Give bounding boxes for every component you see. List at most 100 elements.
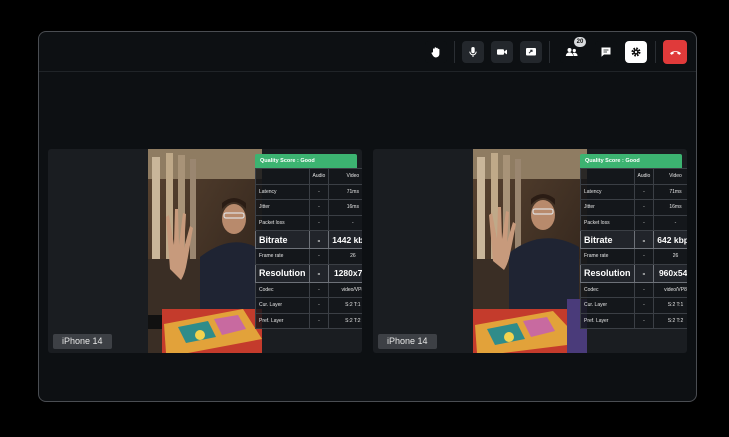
- stats-video-value: 71ms: [653, 183, 687, 200]
- stats-audio-value: -: [633, 230, 655, 249]
- stats-video-value: -: [653, 214, 687, 231]
- participant-tile[interactable]: Quality Score : Good Audio Video Latency…: [373, 149, 687, 353]
- participant-video: [473, 149, 587, 353]
- stats-video-value: S:2 T:2: [653, 312, 687, 329]
- raise-hand-button[interactable]: [425, 41, 447, 63]
- stats-header-row: Audio Video: [255, 168, 362, 185]
- participants-count-badge: 20: [574, 37, 586, 47]
- stats-label: Cur. Layer: [255, 297, 310, 314]
- stats-label: Jitter: [580, 199, 635, 216]
- stats-header-cell: [580, 168, 635, 185]
- stats-row-packet-loss: Packet loss - -: [580, 214, 687, 231]
- stats-audio-value: -: [308, 263, 330, 283]
- stats-label: Codec: [255, 281, 310, 298]
- stats-audio-value: -: [308, 248, 330, 265]
- stats-label: Cur. Layer: [580, 297, 635, 314]
- participant-name-tag: iPhone 14: [378, 334, 437, 349]
- stats-row-bitrate: Bitrate - 1442 kbps: [255, 230, 362, 249]
- stats-header-cell: Audio: [633, 168, 655, 185]
- stats-video-value: 16ms: [653, 199, 687, 216]
- stats-row-bitrate: Bitrate - 642 kbps: [580, 230, 687, 249]
- stats-row-frame-rate: Frame rate - 26: [255, 248, 362, 265]
- stats-audio-value: -: [633, 297, 655, 314]
- toolbar-separator: [655, 41, 656, 63]
- stats-row-jitter: Jitter - 16ms: [255, 199, 362, 216]
- hand-raise-icon: [430, 46, 442, 58]
- stats-audio-value: -: [633, 312, 655, 329]
- stats-label: Packet loss: [580, 214, 635, 231]
- chat-icon: [600, 46, 612, 58]
- stats-row-current-layer: Cur. Layer - S:2 T:1: [580, 297, 687, 314]
- stats-audio-value: -: [308, 312, 330, 329]
- stats-audio-value: -: [308, 230, 330, 249]
- stats-row-codec: Codec - video/VP8: [255, 281, 362, 298]
- stats-table: Audio Video Latency - 71ms Jitter - 16ms…: [580, 168, 687, 329]
- stats-label: Frame rate: [255, 248, 310, 265]
- stats-row-codec: Codec - video/VP8: [580, 281, 687, 298]
- stats-video-value: 1442 kbps: [328, 230, 362, 249]
- stats-label: Frame rate: [580, 248, 635, 265]
- stats-video-value: 642 kbps: [653, 230, 687, 249]
- stats-audio-value: -: [633, 183, 655, 200]
- end-call-button[interactable]: [663, 40, 687, 64]
- stats-label: Pref. Layer: [580, 312, 635, 329]
- stats-label: Latency: [580, 183, 635, 200]
- meeting-window: 20 Quality Score: Good Audio Video Late…: [38, 31, 697, 402]
- meeting-toolbar: 20: [39, 32, 696, 72]
- stats-row-preferred-layer: Pref. Layer - S:2 T:2: [580, 312, 687, 329]
- stats-row-latency: Latency - 71ms: [580, 183, 687, 200]
- stats-audio-value: -: [633, 248, 655, 265]
- stats-label: Pref. Layer: [255, 312, 310, 329]
- microphone-icon: [467, 46, 479, 58]
- stats-video-value: -: [328, 214, 362, 231]
- participant-tile[interactable]: Quality Score : Good Audio Video Latency…: [48, 149, 362, 353]
- stats-audio-value: -: [633, 199, 655, 216]
- stats-video-value: 16ms: [328, 199, 362, 216]
- video-frame-image: [148, 149, 262, 353]
- stats-audio-value: -: [633, 281, 655, 298]
- stats-row-resolution: Resolution - 960x540: [580, 263, 687, 283]
- stats-row-latency: Latency - 71ms: [255, 183, 362, 200]
- settings-button[interactable]: [625, 41, 647, 63]
- screen-share-icon: [525, 46, 537, 58]
- stats-audio-value: -: [633, 214, 655, 231]
- stats-row-jitter: Jitter - 16ms: [580, 199, 687, 216]
- stats-video-value: S:2 T:1: [653, 297, 687, 314]
- video-camera-icon: [496, 46, 508, 58]
- stats-row-current-layer: Cur. Layer - S:2 T:1: [255, 297, 362, 314]
- participant-video: [148, 149, 262, 353]
- end-call-icon: [669, 46, 682, 58]
- screen-share-button[interactable]: [520, 41, 542, 63]
- quality-score-badge: Quality Score : Good: [255, 154, 357, 168]
- stats-row-resolution: Resolution - 1280x720: [255, 263, 362, 283]
- stats-header-row: Audio Video: [580, 168, 687, 185]
- stats-label: Resolution: [255, 263, 310, 283]
- stats-row-preferred-layer: Pref. Layer - S:2 T:2: [255, 312, 362, 329]
- microphone-button[interactable]: [462, 41, 484, 63]
- chat-button[interactable]: [595, 41, 617, 63]
- stats-label: Bitrate: [255, 230, 310, 249]
- stats-header-cell: Video: [328, 168, 362, 185]
- toolbar-separator: [549, 41, 550, 63]
- stats-video-value: 71ms: [328, 183, 362, 200]
- stats-table: Audio Video Latency - 71ms Jitter - 16ms…: [255, 168, 362, 329]
- stats-overlay: Quality Score : Good Audio Video Latency…: [580, 154, 687, 329]
- stats-audio-value: -: [308, 281, 330, 298]
- stats-video-value: 960x540: [653, 263, 687, 283]
- participant-name-tag: iPhone 14: [53, 334, 112, 349]
- video-frame-image: [473, 149, 587, 353]
- stats-audio-value: -: [308, 199, 330, 216]
- stats-audio-value: -: [633, 263, 655, 283]
- stats-label: Packet loss: [255, 214, 310, 231]
- camera-button[interactable]: [491, 41, 513, 63]
- stats-header-cell: [255, 168, 310, 185]
- stats-overlay: Quality Score : Good Audio Video Latency…: [255, 154, 362, 329]
- stats-header-cell: Audio: [308, 168, 330, 185]
- stats-video-value: 26: [653, 248, 687, 265]
- stats-video-value: 1280x720: [328, 263, 362, 283]
- participants-button[interactable]: 20: [560, 37, 586, 63]
- stats-row-packet-loss: Packet loss - -: [255, 214, 362, 231]
- stats-video-value: S:2 T:2: [328, 312, 362, 329]
- stats-label: Jitter: [255, 199, 310, 216]
- participants-icon: [565, 46, 578, 58]
